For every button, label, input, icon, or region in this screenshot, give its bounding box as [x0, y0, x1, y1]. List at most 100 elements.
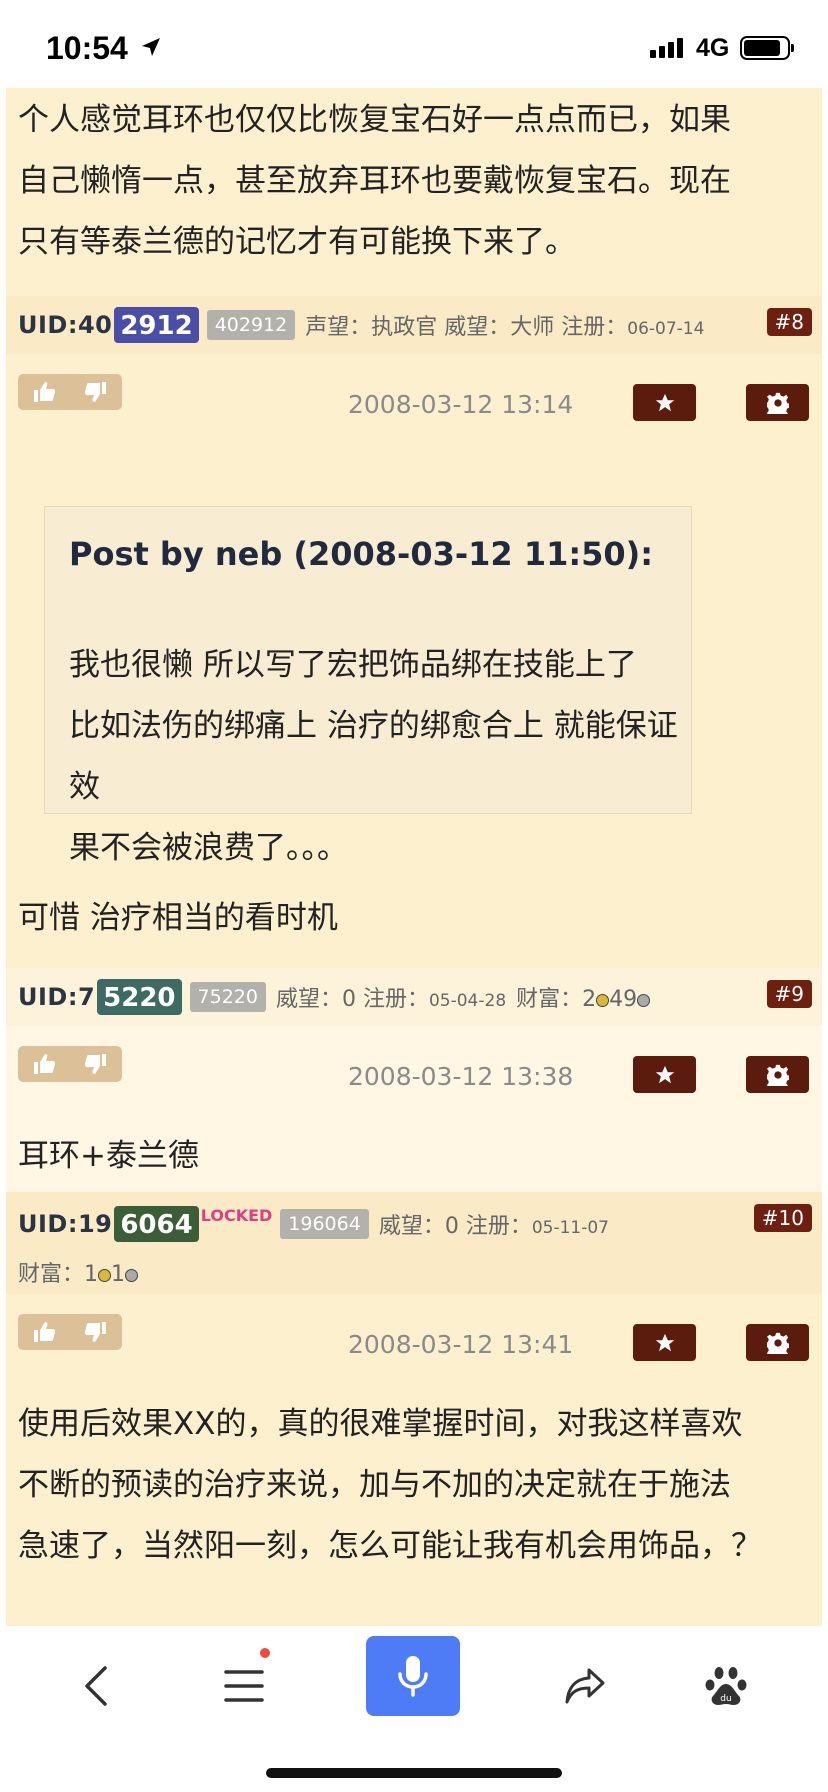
menu-icon: [224, 1670, 264, 1702]
vote-buttons[interactable]: [18, 1046, 122, 1082]
wealth-silver: 1: [111, 1262, 126, 1287]
star-icon: [655, 393, 674, 411]
baidu-button[interactable]: du: [686, 1646, 766, 1726]
battery-icon: [740, 36, 794, 60]
notification-dot: [260, 1648, 270, 1658]
baidu-paw-icon: du: [705, 1667, 747, 1705]
favorite-button[interactable]: [633, 1324, 696, 1361]
register-date: 05-04-28: [428, 991, 507, 1011]
uid-prefix: UID:7: [18, 983, 96, 1011]
wealth-gold: 2: [582, 987, 597, 1012]
uid-full-badge: 402912: [206, 310, 296, 340]
post-body: 耳环+泰兰德: [6, 1126, 211, 1187]
post-line: 自己懒惰一点，甚至放弃耳环也要戴恢复宝石。现在: [18, 163, 731, 199]
post-line: 不断的预读的治疗来说，加与不加的决定就在于施法: [18, 1467, 731, 1503]
gold-coin-icon: [596, 993, 610, 1007]
post-line: 耳环+泰兰德: [18, 1138, 199, 1174]
silver-coin-icon: [637, 993, 651, 1007]
wealth-row: 财富：1 1: [6, 1256, 822, 1288]
user-meta-text: 声望：执政官 威望：大师 注册：: [305, 315, 628, 340]
register-date: 06-07-14: [627, 319, 705, 339]
menu-button[interactable]: [204, 1646, 284, 1726]
settings-button[interactable]: [746, 1056, 809, 1093]
thumbs-down-icon[interactable]: [84, 1053, 108, 1075]
uid-prefix: UID:40: [18, 311, 113, 339]
network-label: 4G: [696, 34, 730, 62]
location-arrow-icon: [142, 38, 160, 56]
favorite-button[interactable]: [633, 384, 696, 421]
share-icon: [565, 1668, 605, 1704]
microphone-icon: [398, 1656, 428, 1697]
register-date: 05-11-07: [531, 1218, 609, 1238]
vote-buttons[interactable]: [18, 374, 122, 410]
back-icon: [85, 1666, 107, 1706]
quote-line: 果不会被浪费了。。。: [69, 830, 348, 866]
thread-content[interactable]: 个人感觉耳环也仅仅比恢复宝石好一点点而已，如果 自己懒惰一点，甚至放弃耳环也要戴…: [6, 88, 822, 1626]
thumbs-up-icon[interactable]: [32, 381, 56, 403]
uid-full-badge: 196064: [280, 1209, 369, 1239]
wealth-label: 财富：: [516, 987, 583, 1012]
silver-coin-icon: [125, 1268, 139, 1282]
settings-button[interactable]: [746, 384, 809, 421]
post-container: 2008-03-12 13:38 耳环+泰兰德: [6, 1026, 822, 1192]
wealth-gold: 1: [84, 1262, 99, 1287]
post-line: 只有等泰兰德的记忆才有可能换下来了。: [18, 224, 576, 260]
back-button[interactable]: [56, 1646, 136, 1726]
floor-badge[interactable]: #10: [753, 1204, 812, 1232]
quote-line: 比如法伤的绑痛上 治疗的绑愈合上 就能保证效: [69, 708, 678, 805]
user-meta: 威望：0 注册：05-11-07: [379, 1208, 609, 1240]
post-line: 可惜 治疗相当的看时机: [18, 900, 338, 936]
home-indicator: [266, 1768, 562, 1778]
uid-full-badge: 75220: [189, 982, 266, 1012]
voice-search-button[interactable]: [366, 1636, 460, 1716]
gear-icon: [766, 1064, 789, 1086]
post-body: 使用后效果XX的，真的很难掌握时间，对我这样喜欢 不断的预读的治疗来说，加与不加…: [6, 1394, 774, 1577]
quote-title: Post by neb (2008-03-12 11:50):: [69, 535, 654, 573]
uid-prefix: UID:19: [18, 1210, 113, 1238]
user-meta-text: 威望：0 注册：: [378, 1214, 532, 1239]
quote-box: Post by neb (2008-03-12 11:50): 我也很懒 所以写…: [44, 506, 692, 866]
gear-icon: [766, 1332, 789, 1354]
floor-badge[interactable]: #8: [766, 308, 812, 336]
status-bar: 10:54 4G: [0, 0, 828, 88]
signal-icon: [650, 38, 683, 58]
post-datetime: 2008-03-12 13:14: [348, 390, 574, 419]
quote-line: 我也很懒 所以写了宏把饰品绑在技能上了: [69, 647, 637, 683]
star-icon: [655, 1065, 674, 1083]
settings-button[interactable]: [746, 1324, 809, 1361]
floor-badge[interactable]: #9: [766, 980, 812, 1008]
wealth-info: 财富：1 1: [18, 1262, 139, 1287]
gear-icon: [766, 392, 789, 414]
thumbs-down-icon[interactable]: [84, 381, 108, 403]
user-meta: 声望：执政官 威望：大师 注册：06-07-14: [305, 309, 704, 341]
user-info-row: UID:40 2912 402912 声望：执政官 威望：大师 注册：06-07…: [6, 296, 822, 354]
user-info-row: UID:7 5220 75220 威望：0 注册：05-04-28 财富：2 49…: [6, 968, 822, 1026]
thumbs-up-icon[interactable]: [32, 1321, 56, 1343]
favorite-button[interactable]: [633, 1056, 696, 1093]
vote-buttons[interactable]: [18, 1314, 122, 1350]
post-line: 使用后效果XX的，真的很难掌握时间，对我这样喜欢: [18, 1406, 743, 1442]
uid-badge[interactable]: 5220: [97, 979, 182, 1015]
wealth-info: 财富：2 49: [516, 981, 651, 1013]
post-body: 可惜 治疗相当的看时机: [6, 888, 350, 949]
post-datetime: 2008-03-12 13:41: [348, 1330, 574, 1359]
post-action-bar: 2008-03-12 13:38: [6, 1046, 822, 1106]
wealth-label: 财富：: [18, 1262, 85, 1287]
uid-badge[interactable]: 2912: [114, 307, 199, 343]
uid-badge[interactable]: 6064: [114, 1206, 199, 1242]
user-meta: 威望：0 注册：05-04-28: [276, 981, 506, 1013]
user-meta-text: 威望：0 注册：: [275, 987, 429, 1012]
post-container: 2008-03-12 13:14 Post by neb (2008-03-12…: [6, 354, 822, 968]
post-action-bar: 2008-03-12 13:41: [6, 1314, 822, 1374]
star-icon: [655, 1333, 674, 1351]
post-datetime: 2008-03-12 13:38: [348, 1062, 574, 1091]
thumbs-up-icon[interactable]: [32, 1053, 56, 1075]
post-line: 个人感觉耳环也仅仅比恢复宝石好一点点而已，如果: [18, 102, 731, 138]
thumbs-down-icon[interactable]: [84, 1321, 108, 1343]
share-button[interactable]: [545, 1646, 625, 1726]
post-body: 个人感觉耳环也仅仅比恢复宝石好一点点而已，如果 自己懒惰一点，甚至放弃耳环也要戴…: [6, 88, 822, 296]
clock: 10:54: [46, 30, 128, 66]
gold-coin-icon: [98, 1268, 112, 1282]
wealth-silver: 49: [609, 987, 638, 1012]
post-line: 急速了，当然阳一刻，怎么可能让我有机会用饰品，？: [18, 1528, 762, 1564]
